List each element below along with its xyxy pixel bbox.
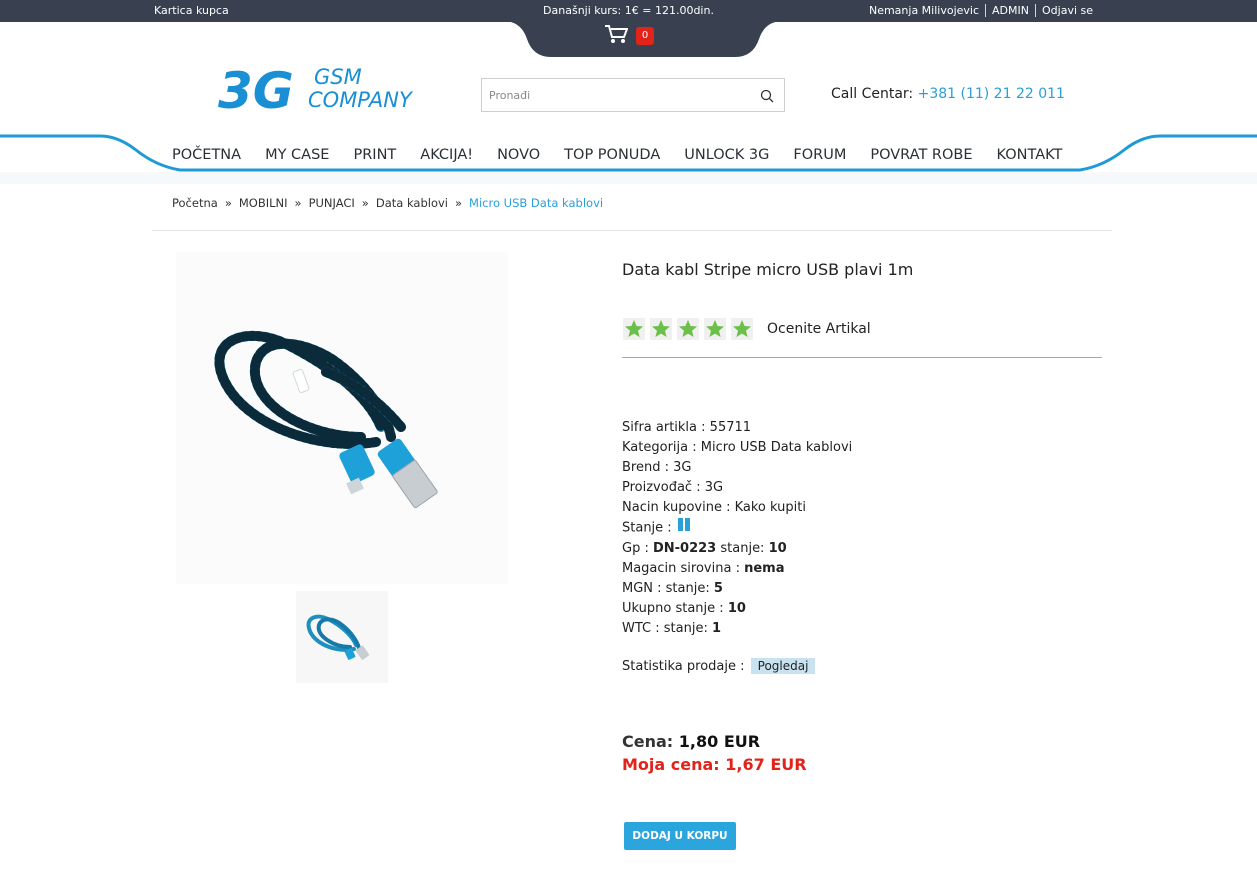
my-price: Moja cena: 1,67 EUR — [622, 755, 807, 774]
price: Cena: 1,80 EUR — [622, 732, 760, 751]
nav-top-ponuda[interactable]: TOP PONUDA — [552, 144, 672, 166]
detail-value: nema — [744, 560, 785, 576]
detail-raw-warehouse: Magacin sirovina : nema — [622, 559, 852, 579]
stock-level-icon — [677, 518, 692, 538]
detail-stock-status: Stanje : — [622, 518, 852, 539]
call-center-phone[interactable]: +381 (11) 21 22 011 — [918, 86, 1065, 102]
detail-category: Kategorija : Micro USB Data kablovi — [622, 438, 852, 458]
view-stats-button[interactable]: Pogledaj — [750, 658, 816, 674]
detail-gp: Gp : DN-0223 stanje: 10 — [622, 539, 852, 559]
detail-value: 55711 — [709, 420, 752, 435]
divider — [622, 357, 1102, 358]
star-icon[interactable] — [704, 318, 726, 340]
logo-line1: GSM — [314, 65, 362, 89]
nav-pocetna[interactable]: POČETNA — [160, 144, 253, 166]
call-center-label: Call Centar: — [831, 86, 914, 102]
detail-label: Kategorija : — [622, 440, 697, 455]
detail-value: 3G — [704, 480, 724, 495]
detail-value: DN-0223 — [652, 540, 717, 556]
cart-icon[interactable] — [604, 24, 628, 44]
company-logo[interactable]: 3G GSM COMPANY — [218, 64, 448, 112]
detail-label: WTC : stanje: — [622, 620, 708, 636]
detail-label: Stanje : — [622, 520, 672, 536]
logo-line2: COMPANY — [308, 88, 414, 112]
detail-value: 10 — [727, 600, 746, 616]
star-icon[interactable] — [677, 318, 699, 340]
call-center: Call Centar: +381 (11) 21 22 011 — [831, 86, 1065, 102]
breadcrumb: Početna » MOBILNI » PUNJACI » Data kablovi » Mic… — [172, 196, 603, 210]
nav-print[interactable]: PRINT — [341, 144, 408, 166]
breadcrumb-separator: » — [455, 196, 463, 210]
user-menu: Nemanja Milivojevic ADMIN Odjavi se — [863, 4, 1099, 17]
breadcrumb-item[interactable]: Početna — [172, 196, 218, 210]
detail-label: Proizvođač : — [622, 480, 701, 495]
nav-unlock-3g[interactable]: UNLOCK 3G — [672, 144, 781, 166]
detail-label: stanje: — [720, 540, 765, 556]
search-icon[interactable] — [760, 89, 774, 103]
sales-statistics: Statistika prodaje : Pogledaj — [622, 658, 816, 674]
nav-forum[interactable]: FORUM — [781, 144, 858, 166]
breadcrumb-separator: » — [294, 196, 302, 210]
detail-value: 3G — [673, 460, 692, 475]
product-title: Data kabl Stripe micro USB plavi 1m — [622, 260, 914, 279]
detail-brand: Brend : 3G — [622, 458, 852, 478]
breadcrumb-item[interactable]: MOBILNI — [239, 196, 288, 210]
detail-value: 1 — [711, 620, 722, 636]
detail-label: Magacin sirovina : — [622, 560, 740, 576]
detail-value[interactable]: Micro USB Data kablovi — [701, 440, 853, 455]
product-main-image[interactable] — [176, 252, 508, 584]
star-icon[interactable] — [650, 318, 672, 340]
detail-label: MGN : stanje: — [622, 580, 710, 596]
main-nav: POČETNA MY CASE PRINT AKCIJA! NOVO TOP PONUDA… — [160, 144, 1074, 166]
detail-value[interactable]: Kako kupiti — [735, 500, 806, 515]
nav-kontakt[interactable]: KONTAKT — [985, 144, 1075, 166]
detail-label: Nacin kupovine : — [622, 500, 731, 515]
star-icon[interactable] — [623, 318, 645, 340]
my-price-label: Moja cena: — [622, 755, 720, 774]
breadcrumb-separator: » — [224, 196, 232, 210]
nav-akcija[interactable]: AKCIJA! — [408, 144, 485, 166]
breadcrumb-item[interactable]: Data kablovi — [376, 196, 448, 210]
product-details: Sifra artikla : 55711 Kategorija : Micro… — [622, 418, 852, 639]
nav-my-case[interactable]: MY CASE — [253, 144, 341, 166]
add-to-cart-button[interactable]: DODAJ U KORPU — [624, 822, 736, 850]
detail-label: Gp : — [622, 540, 649, 556]
product-thumbnail[interactable] — [296, 591, 388, 683]
price-value: 1,80 EUR — [678, 732, 761, 751]
nav-povrat-robe[interactable]: POVRAT ROBE — [858, 144, 984, 166]
breadcrumb-separator: » — [361, 196, 369, 210]
cart-count-badge[interactable]: 0 — [636, 27, 654, 45]
detail-label: Sifra artikla : — [622, 420, 706, 435]
detail-manufacturer: Proizvođač : 3G — [622, 478, 852, 498]
user-name-link[interactable]: Nemanja Milivojevic — [863, 4, 985, 17]
detail-value: 5 — [713, 580, 723, 596]
cable-thumbnail-image — [306, 614, 370, 660]
logout-link[interactable]: Odjavi se — [1035, 4, 1099, 17]
detail-sku: Sifra artikla : 55711 — [622, 418, 852, 438]
detail-mgn: MGN : stanje: 5 — [622, 579, 852, 599]
breadcrumb-current[interactable]: Micro USB Data kablovi — [469, 196, 603, 210]
detail-wtc: WTC : stanje: 1 — [622, 619, 852, 639]
stats-label: Statistika prodaje : — [622, 659, 745, 674]
breadcrumb-item[interactable]: PUNJACI — [309, 196, 355, 210]
divider — [152, 230, 1112, 231]
search-box — [481, 78, 785, 112]
detail-label: Brend : — [622, 460, 669, 475]
rating-stars[interactable] — [623, 318, 758, 340]
admin-link[interactable]: ADMIN — [985, 4, 1035, 17]
search-input[interactable] — [482, 79, 752, 111]
nav-novo[interactable]: NOVO — [485, 144, 552, 166]
star-icon[interactable] — [731, 318, 753, 340]
cable-image — [214, 331, 438, 509]
top-bar: Kartica kupca Današnji kurs: 1€ = 121.00… — [0, 0, 1257, 22]
detail-purchase-method: Nacin kupovine : Kako kupiti — [622, 498, 852, 518]
rate-item-link[interactable]: Ocenite Artikal — [767, 321, 871, 337]
price-label: Cena: — [622, 732, 674, 751]
detail-total-stock: Ukupno stanje : 10 — [622, 599, 852, 619]
detail-label: Ukupno stanje : — [622, 600, 724, 616]
detail-value: 10 — [768, 540, 787, 556]
my-price-value: 1,67 EUR — [725, 755, 807, 774]
logo-mark: 3G — [218, 64, 294, 112]
